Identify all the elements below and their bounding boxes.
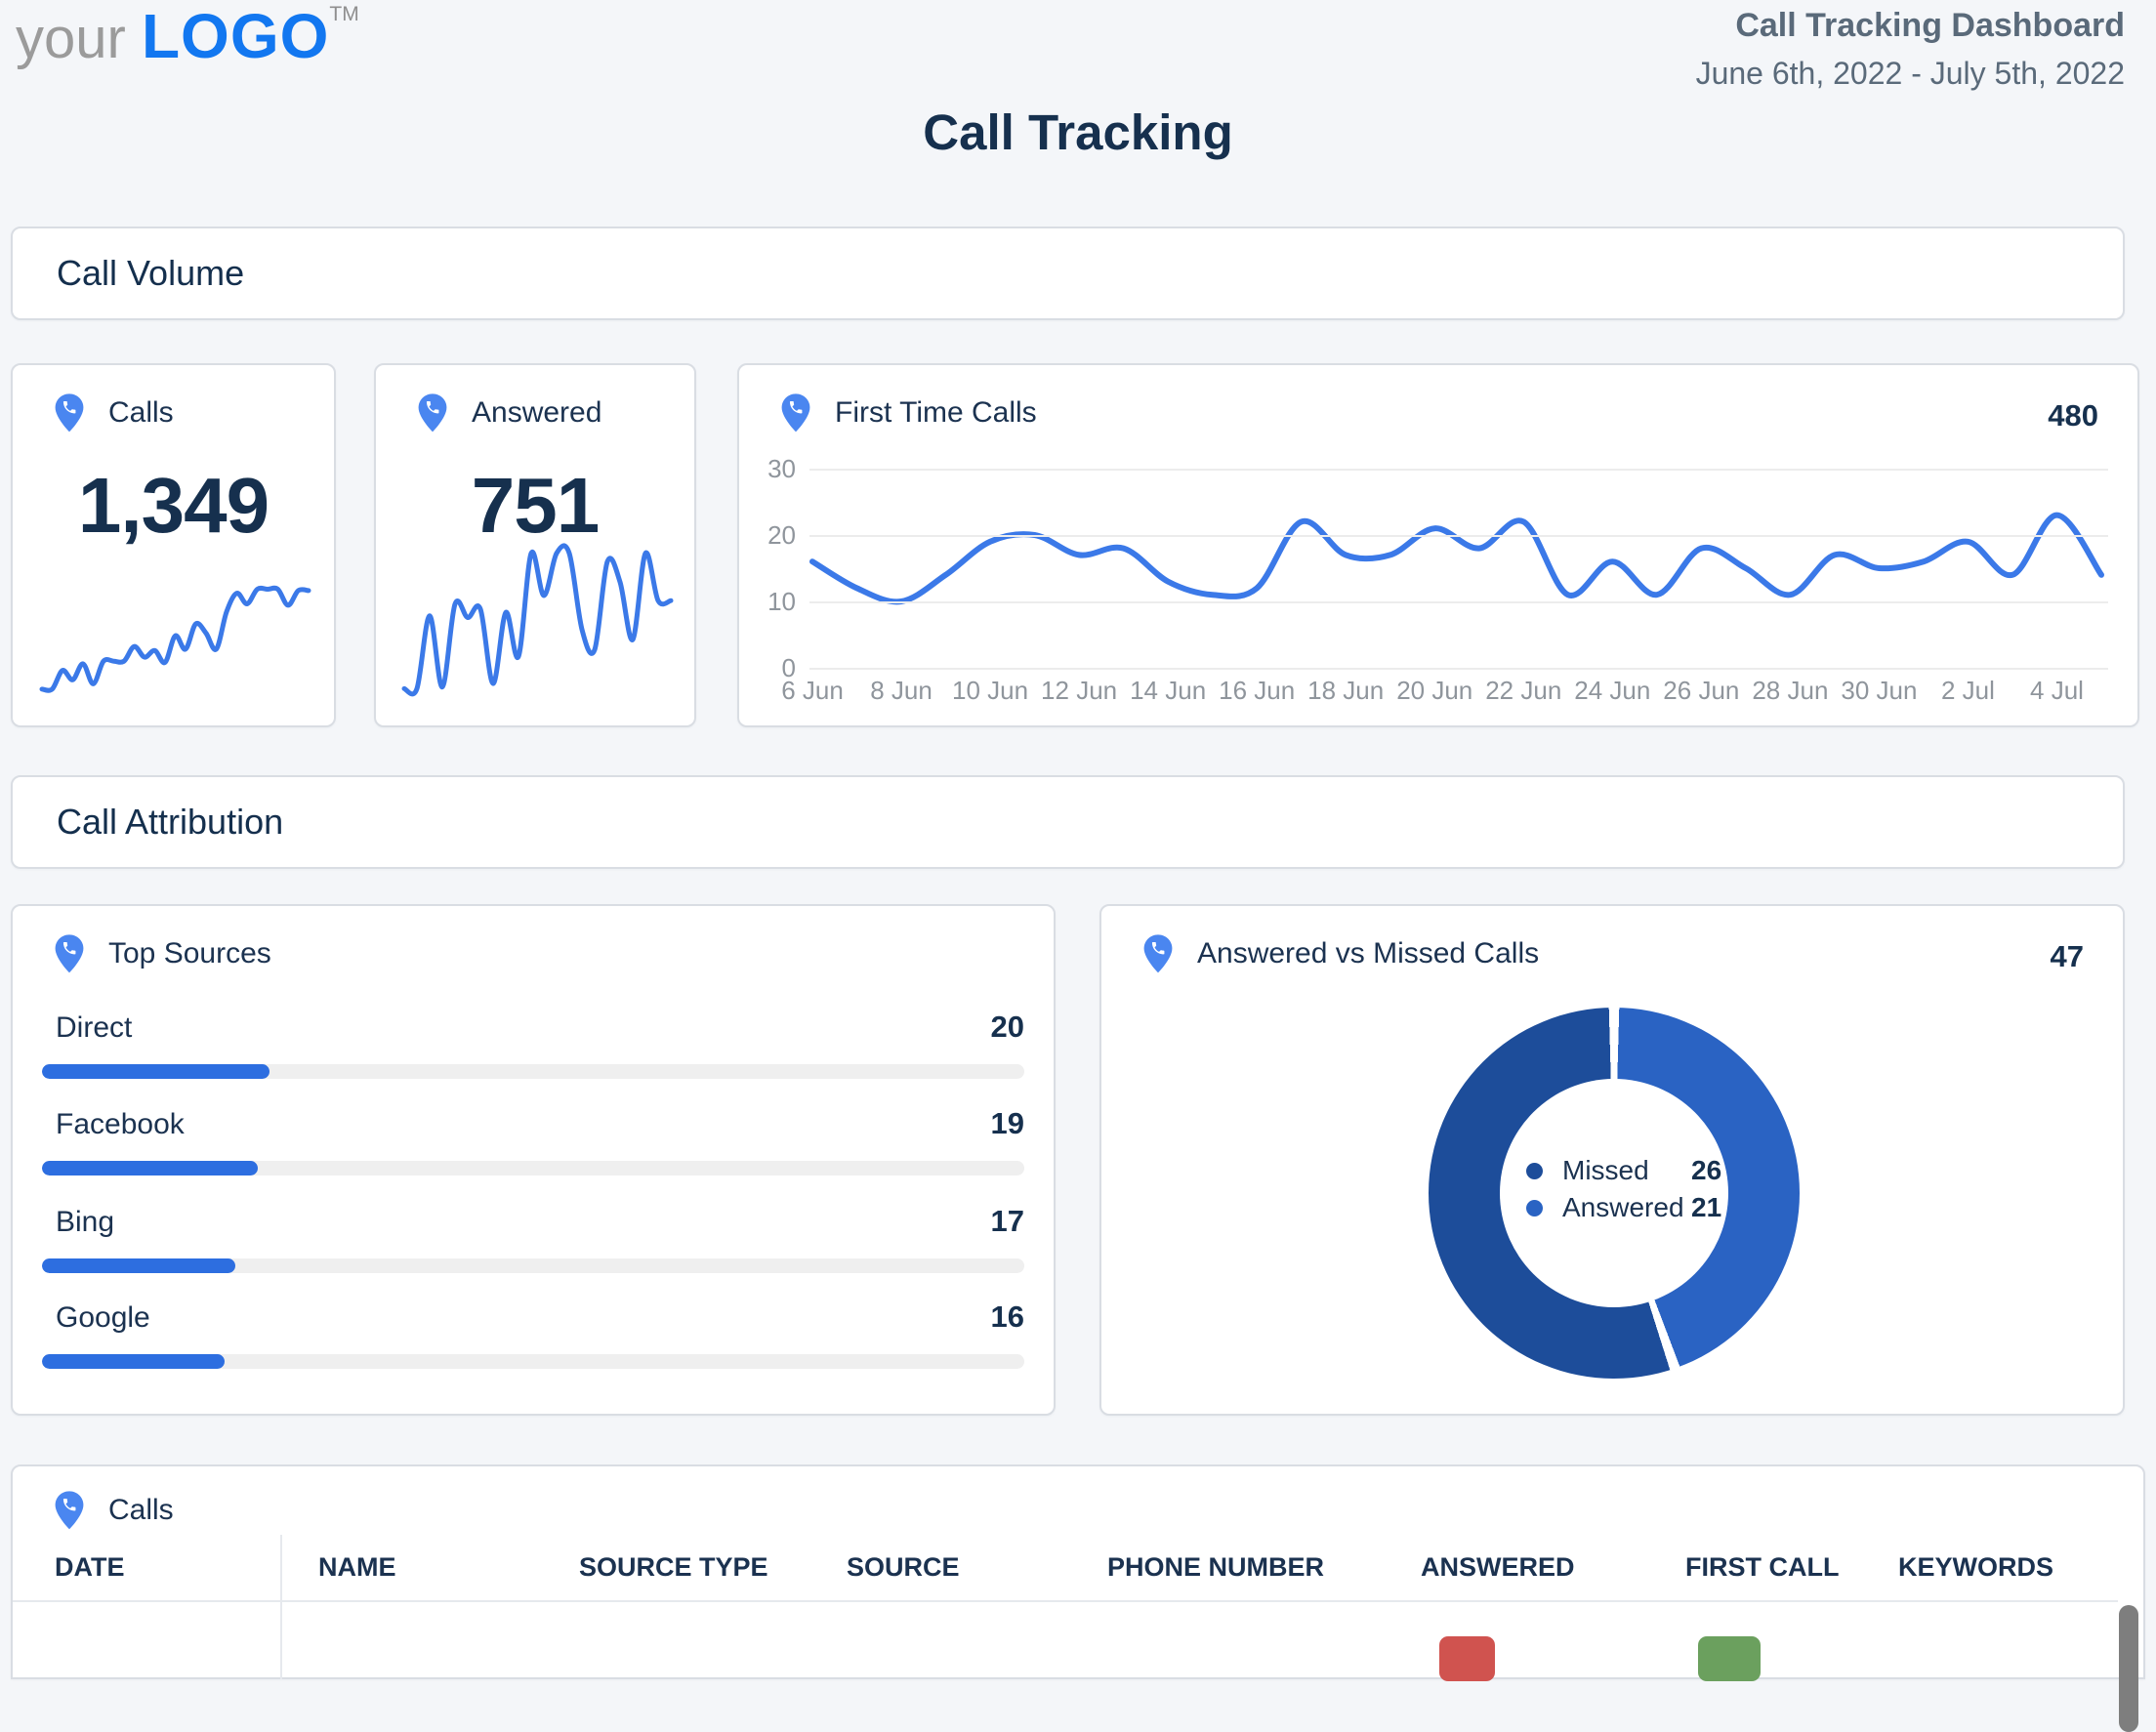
column-header-source-type: SOURCE TYPE (579, 1552, 768, 1583)
y-axis-tick-label: 10 (745, 587, 796, 617)
source-row-facebook: Facebook 19 (42, 1106, 1024, 1175)
legend-row-missed: Missed 26 (1526, 1152, 1721, 1189)
x-axis-tick-label: 4 Jul (2030, 676, 2084, 706)
logo-name: LOGO (142, 1, 329, 71)
brand-logo: your LOGOTM (16, 0, 359, 72)
x-axis-tick-label: 18 Jun (1307, 676, 1384, 706)
y-gridline (809, 535, 2108, 537)
answered-legend-value: 21 (1691, 1192, 1721, 1223)
x-axis-tick-label: 24 Jun (1574, 676, 1650, 706)
column-header-source: SOURCE (847, 1552, 960, 1583)
x-axis-tick-label: 12 Jun (1041, 676, 1117, 706)
calls-table-label: Calls (108, 1494, 174, 1527)
x-axis-tick-label: 30 Jun (1841, 676, 1917, 706)
column-header-first-call: FIRST CALL (1685, 1552, 1839, 1583)
x-axis-tick-label: 6 Jun (781, 676, 844, 706)
x-axis-tick-label: 28 Jun (1752, 676, 1828, 706)
source-label: Bing (42, 1206, 114, 1239)
phone-pin-icon (417, 392, 448, 433)
answered-stat-card: Answered 751 (374, 363, 696, 727)
y-axis-tick-label: 30 (745, 454, 796, 484)
section-call-attribution: Call Attribution (11, 775, 2125, 869)
column-header-answered: ANSWERED (1421, 1552, 1575, 1583)
source-value: 17 (991, 1204, 1024, 1239)
source-bar-fill (42, 1354, 225, 1369)
legend-row-answered: Answered 21 (1526, 1189, 1721, 1226)
first-time-calls-line-chart: 01020306 Jun8 Jun10 Jun12 Jun14 Jun16 Ju… (739, 365, 2137, 725)
source-bar-fill (42, 1161, 258, 1175)
x-axis-tick-label: 2 Jul (1941, 676, 1995, 706)
answered-legend-label: Answered (1562, 1192, 1691, 1223)
answered-vs-missed-total: 47 (2051, 939, 2084, 974)
column-header-date: DATE (55, 1552, 125, 1583)
answered-vs-missed-card: Answered vs Missed Calls 47 Missed 26 An… (1099, 904, 2125, 1416)
source-bar-track (42, 1258, 1024, 1273)
phone-pin-icon (54, 392, 85, 433)
source-bar-fill (42, 1258, 235, 1273)
report-header: Call Tracking Dashboard June 6th, 2022 -… (1696, 8, 2125, 92)
source-label: Google (42, 1301, 150, 1335)
source-label: Facebook (42, 1108, 185, 1141)
top-sources-card: Top Sources Direct 20 Facebook 19 Bing 1… (11, 904, 1056, 1416)
y-axis-tick-label: 20 (745, 520, 796, 551)
y-gridline (809, 601, 2108, 603)
x-axis-tick-label: 20 Jun (1396, 676, 1472, 706)
logo-prefix: your (16, 7, 126, 70)
page-title: Call Tracking (0, 103, 2156, 161)
answered-badge (1439, 1636, 1495, 1681)
missed-legend-label: Missed (1562, 1155, 1691, 1186)
answered-vs-missed-donut-chart: Missed 26 Answered 21 (1429, 1008, 1800, 1379)
phone-pin-icon (54, 933, 85, 974)
y-gridline (809, 668, 2108, 670)
column-divider (280, 1535, 282, 1679)
table-header-row: DATE NAME SOURCE TYPE SOURCE PHONE NUMBE… (13, 1535, 2118, 1602)
donut-legend: Missed 26 Answered 21 (1526, 1152, 1721, 1226)
answered-legend-dot (1526, 1200, 1543, 1217)
source-bar-fill (42, 1064, 270, 1079)
source-value: 19 (991, 1106, 1024, 1141)
source-value: 16 (991, 1299, 1024, 1335)
source-bar-track (42, 1354, 1024, 1369)
first-call-badge (1698, 1636, 1761, 1681)
table-scrollbar-thumb[interactable] (2119, 1605, 2138, 1732)
phone-pin-icon (1142, 933, 1174, 974)
x-axis-tick-label: 8 Jun (870, 676, 933, 706)
source-value: 20 (991, 1010, 1024, 1045)
x-axis-tick-label: 26 Jun (1663, 676, 1739, 706)
section-title-call-volume: Call Volume (13, 253, 244, 294)
source-bar-track (42, 1064, 1024, 1079)
calls-total-value: 1,349 (13, 461, 334, 551)
section-title-call-attribution: Call Attribution (13, 802, 283, 843)
source-row-bing: Bing 17 (42, 1204, 1024, 1273)
column-header-name: NAME (318, 1552, 396, 1583)
answered-vs-missed-label: Answered vs Missed Calls (1197, 937, 1539, 970)
answered-card-label: Answered (472, 396, 601, 430)
column-header-keywords: KEYWORDS (1898, 1552, 2053, 1583)
calls-card-label: Calls (108, 396, 174, 430)
line-series (808, 463, 2116, 672)
section-call-volume: Call Volume (11, 227, 2125, 320)
source-row-google: Google 16 (42, 1299, 1024, 1369)
calls-sparkline-chart (38, 572, 312, 703)
y-gridline (809, 469, 2108, 471)
report-title: Call Tracking Dashboard (1696, 8, 2125, 44)
missed-legend-dot (1526, 1163, 1543, 1179)
answered-sparkline-chart (400, 537, 675, 703)
source-bar-track (42, 1161, 1024, 1175)
column-header-phone-number: PHONE NUMBER (1107, 1552, 1324, 1583)
source-row-direct: Direct 20 (42, 1010, 1024, 1079)
x-axis-tick-label: 16 Jun (1219, 676, 1295, 706)
phone-pin-icon (54, 1490, 85, 1531)
x-axis-tick-label: 22 Jun (1485, 676, 1561, 706)
top-sources-label: Top Sources (108, 937, 271, 970)
calls-stat-card: Calls 1,349 (11, 363, 336, 727)
first-time-calls-card: First Time Calls 480 01020306 Jun8 Jun10… (737, 363, 2139, 727)
x-axis-tick-label: 10 Jun (952, 676, 1028, 706)
source-label: Direct (42, 1011, 132, 1045)
x-axis-tick-label: 14 Jun (1130, 676, 1206, 706)
report-date-range: June 6th, 2022 - July 5th, 2022 (1696, 56, 2125, 92)
missed-legend-value: 26 (1691, 1155, 1721, 1186)
calls-table-card: Calls DATE NAME SOURCE TYPE SOURCE PHONE… (11, 1464, 2145, 1679)
logo-trademark: TM (329, 3, 358, 25)
